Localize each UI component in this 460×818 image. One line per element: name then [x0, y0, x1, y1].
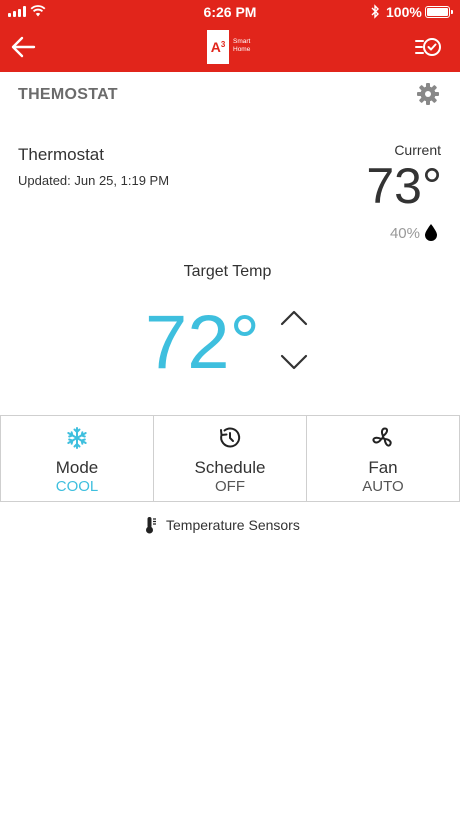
- target-temp: 72°: [145, 300, 260, 385]
- app-logo: A3 Smart Home: [207, 30, 255, 64]
- decrease-temp-button[interactable]: [278, 350, 310, 374]
- gear-icon: [417, 83, 439, 105]
- thermometer-icon: [146, 517, 156, 534]
- temperature-sensors-label: Temperature Sensors: [166, 517, 300, 533]
- mode-tile[interactable]: Mode COOL: [0, 416, 154, 501]
- list-check-icon: [415, 38, 441, 56]
- schedule-value: OFF: [215, 478, 245, 495]
- mode-value: COOL: [55, 478, 99, 495]
- chevron-up-icon: [280, 310, 308, 326]
- schedule-label: Schedule: [194, 458, 266, 477]
- back-button[interactable]: [8, 32, 38, 62]
- app-header: 6:26 PM 100% A3 Smart Home: [0, 0, 460, 72]
- current-temp: 73°: [366, 158, 442, 214]
- mode-label: Mode: [55, 458, 99, 477]
- bluetooth-icon: [371, 4, 379, 19]
- humidity: 40%: [389, 225, 420, 242]
- water-drop-icon: [425, 224, 437, 241]
- page-title: THEMOSTAT: [18, 86, 118, 103]
- schedule-tile[interactable]: Schedule OFF: [154, 416, 307, 501]
- schedule-clock-icon: [220, 427, 241, 448]
- tasks-button[interactable]: [414, 34, 442, 60]
- target-temp-label: Target Temp: [183, 263, 272, 280]
- fan-tile[interactable]: Fan AUTO: [307, 416, 460, 501]
- status-bar: 6:26 PM 100%: [0, 0, 460, 24]
- settings-button[interactable]: [416, 82, 440, 106]
- snowflake-icon: [67, 427, 87, 449]
- last-updated: Updated: Jun 25, 1:19 PM: [18, 173, 170, 188]
- fan-icon: [372, 427, 392, 447]
- control-tiles: Mode COOL Schedule OFF Fan AUTO: [0, 415, 460, 502]
- device-name: Thermostat: [18, 145, 104, 164]
- fan-label: Fan: [368, 458, 398, 477]
- increase-temp-button[interactable]: [278, 306, 310, 330]
- fan-value: AUTO: [362, 478, 404, 495]
- battery-percent: 100%: [386, 4, 422, 20]
- battery-icon: [425, 6, 453, 18]
- arrow-left-icon: [11, 36, 36, 58]
- chevron-down-icon: [280, 354, 308, 370]
- temperature-sensors-link[interactable]: Temperature Sensors: [145, 515, 300, 535]
